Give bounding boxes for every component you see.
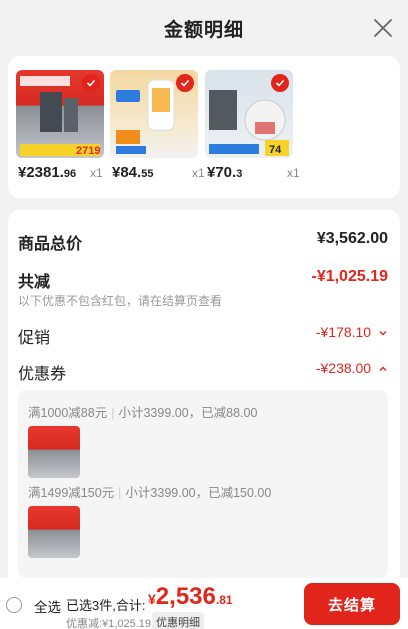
product-price: ¥84.55 [112, 164, 154, 181]
coupon-detail-box: 满1000减88元 | 小计3399.00，已减88.00 满1499减150元 | 小… [18, 390, 388, 578]
selected-check-icon [271, 74, 289, 92]
product-item[interactable]: 74 ¥70.3 x1 [205, 70, 300, 181]
product-price-row: ¥70.3 x1 [205, 164, 385, 184]
product-qty: x1 [287, 166, 300, 180]
checkout-button[interactable]: 去结算 [304, 583, 400, 625]
sheet-header: 金额明细 [0, 0, 408, 56]
coupon-row-toggle[interactable]: -¥238.00 [316, 360, 388, 376]
select-all-label[interactable]: 全选 [34, 596, 61, 616]
close-button[interactable] [372, 17, 394, 39]
select-all-radio[interactable] [6, 597, 22, 613]
discount-detail-button[interactable]: 优惠明细 [152, 612, 204, 629]
selected-count: 已选3件,合计: [66, 598, 146, 613]
product-item[interactable]: 2719 ¥2381.96 x1 [16, 70, 104, 181]
price-summary-card: 商品总价 ¥3,562.00 共减 -¥1,025.19 以下优惠不包含红包，请… [8, 210, 400, 590]
coupon-value: -¥238.00 [315, 360, 372, 376]
goods-total-value: ¥3,562.00 [316, 230, 388, 247]
product-item[interactable]: ¥84.55 x1 [110, 70, 205, 181]
close-icon [374, 19, 392, 37]
product-price: ¥2381.96 [18, 164, 77, 181]
coupon-rule-line: 满1000减88元 | 小计3399.00，已减88.00 [28, 406, 258, 420]
selected-check-icon [176, 74, 194, 92]
thumb-price-text: 74 [269, 144, 282, 156]
total-reduce-value: -¥1,025.19 [311, 268, 388, 285]
coupon-product-image[interactable] [28, 426, 80, 478]
promo-row-toggle[interactable]: -¥178.10 [316, 324, 388, 340]
thumb-price-text: 2719 [76, 145, 100, 157]
sheet-title: 金额明细 [163, 19, 244, 41]
coupon-product-image[interactable] [28, 506, 80, 558]
grand-total: ¥2,536.81 [148, 583, 233, 610]
checkout-bar: 全选 已选3件,合计: ¥2,536.81 优惠减:¥1,025.19 优惠明细… [0, 578, 408, 629]
product-price: ¥70.3 [207, 164, 243, 181]
product-qty: x1 [90, 166, 103, 180]
product-image[interactable] [110, 70, 198, 158]
goods-total-label: 商品总价 [18, 236, 83, 253]
product-image[interactable]: 74 [205, 70, 293, 158]
coupon-label: 优惠券 [18, 366, 67, 383]
selected-products-card: 2719 ¥2381.96 x1 ¥84.55 x1 74 ¥70.3 x1 [8, 56, 400, 198]
total-reduce-label: 共减 [18, 274, 51, 291]
amount-detail-sheet: 金额明细 2719 ¥2381.96 x1 ¥84.55 x1 74 ¥70.3… [0, 0, 408, 629]
promo-label: 促销 [18, 330, 51, 347]
promo-value: -¥178.10 [315, 324, 372, 340]
chevron-down-icon [379, 331, 387, 336]
reduce-note: 以下优惠不包含红包，请在结算页查看 [18, 294, 223, 308]
product-image[interactable]: 2719 [16, 70, 104, 158]
selected-check-icon [82, 74, 100, 92]
discount-note: 优惠减:¥1,025.19 [66, 618, 151, 629]
coupon-rule-line: 满1499减150元 | 小计3399.00，已减150.00 [28, 486, 272, 500]
chevron-up-icon [379, 366, 387, 372]
product-qty: x1 [192, 166, 205, 180]
